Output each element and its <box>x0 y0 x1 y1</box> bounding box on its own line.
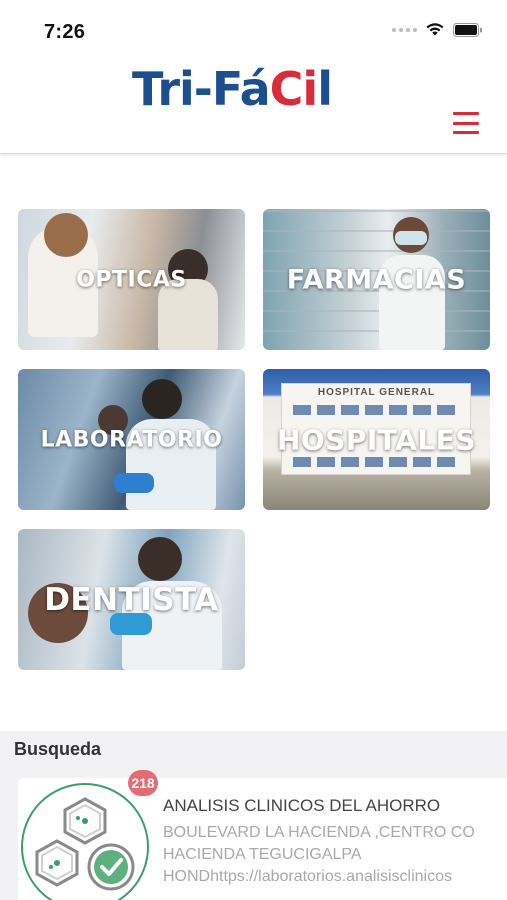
result-address-line: HACIENDA TEGUCIGALPA <box>163 846 362 863</box>
category-tile-hospitales[interactable]: HOSPITAL GENERAL HOSPITALES <box>263 369 490 510</box>
category-label-farmacias: FARMACIAS <box>286 264 467 295</box>
result-address: BOULEVARD LA HACIENDA ,CENTRO CO HACIEND… <box>163 822 507 888</box>
logo-text: Tri-FáCil <box>132 62 333 116</box>
category-tile-farmacias[interactable]: FARMACIAS <box>263 209 490 350</box>
app-header: Tri-FáCil <box>0 60 507 154</box>
result-address-line: BOULEVARD LA HACIENDA ,CENTRO CO <box>163 824 475 841</box>
search-result-card[interactable]: 218 ANALISIS CLINICOS DEL AHORRO BOULEVA… <box>18 770 507 900</box>
result-address-line: HONDhttps://laboratorios.analisisclinico… <box>163 868 452 885</box>
search-title: Busqueda <box>14 739 102 759</box>
hexagon-molecule-check-icon <box>21 783 149 900</box>
status-icons <box>392 22 483 37</box>
category-label-opticas: OPTICAS <box>76 267 187 292</box>
result-name: ANALISIS CLINICOS DEL AHORRO <box>163 796 441 815</box>
hamburger-menu-icon[interactable] <box>453 112 479 134</box>
search-section: Busqueda 218 ANALISIS CLINICOS DEL AHORR… <box>0 731 507 900</box>
status-bar: 7:26 <box>0 0 507 60</box>
wifi-icon <box>425 22 445 37</box>
signal-dots-icon <box>392 27 417 32</box>
result-count-badge: 218 <box>128 770 158 796</box>
battery-icon <box>453 22 483 37</box>
hospital-sign-text: HOSPITAL GENERAL <box>317 387 436 398</box>
status-time: 7:26 <box>44 21 86 43</box>
app-logo[interactable]: Tri-FáCil <box>132 62 333 116</box>
category-label-laboratorio: LABORATORIO <box>40 427 223 452</box>
category-tile-dentista[interactable]: DENTISTA <box>18 529 245 670</box>
category-tile-opticas[interactable]: OPTICAS <box>18 209 245 350</box>
category-tile-laboratorio[interactable]: LABORATORIO <box>18 369 245 510</box>
category-label-dentista: DENTISTA <box>44 581 219 618</box>
category-label-hospitales: HOSPITALES <box>276 423 477 456</box>
